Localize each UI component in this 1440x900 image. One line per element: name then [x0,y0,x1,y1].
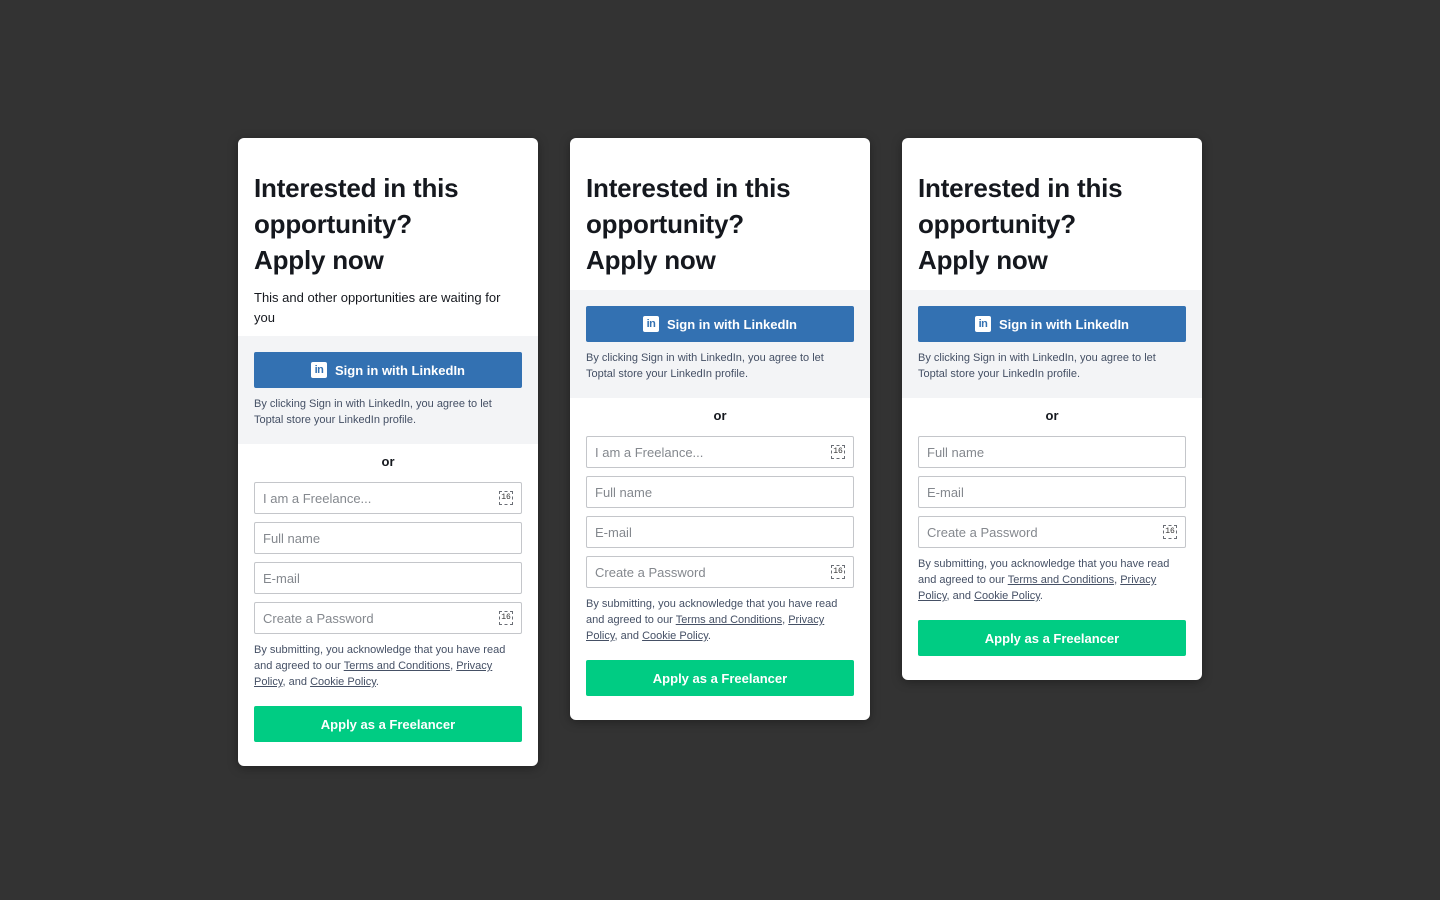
card-subtitle: This and other opportunities are waiting… [254,290,501,325]
title-line-1: Interested in this [254,173,459,203]
legal-text: By submitting, you acknowledge that you … [586,596,854,644]
password-field[interactable]: 16 [586,556,854,588]
or-divider: or [1045,408,1059,423]
full-name-field[interactable] [254,522,522,554]
email-input[interactable] [255,563,491,593]
keyboard-16-icon: 16 [831,445,845,459]
apply-card-with-role: Interested in this opportunity? Apply no… [570,138,870,720]
linkedin-section: in Sign in with LinkedIn By clicking Sig… [570,290,870,398]
email-input[interactable] [587,517,823,547]
linkedin-signin-button[interactable]: in Sign in with LinkedIn [586,306,854,342]
password-field[interactable]: 16 [918,516,1186,548]
legal-and: , and [946,590,975,602]
full-name-field[interactable] [586,476,854,508]
legal-and: , and [282,676,311,688]
full-name-input[interactable] [919,437,1155,467]
or-divider: or [713,408,727,423]
apply-card-compact: Interested in this opportunity? Apply no… [902,138,1202,680]
title-line-2: opportunity? [918,209,1076,239]
apply-card-with-subtitle: Interested in this opportunity? Apply no… [238,138,538,766]
signup-form: or 16 16 By submitting, you acknowledge … [238,444,538,766]
linkedin-icon: in [311,362,327,378]
full-name-field[interactable] [918,436,1186,468]
legal-text: By submitting, you acknowledge that you … [918,556,1186,604]
linkedin-signin-button[interactable]: in Sign in with LinkedIn [918,306,1186,342]
email-field[interactable] [918,476,1186,508]
apply-button[interactable]: Apply as a Freelancer [254,706,522,742]
title-line-1: Interested in this [918,173,1123,203]
keyboard-16-icon: 16 [1163,525,1177,539]
full-name-input[interactable] [587,477,823,507]
email-input[interactable] [919,477,1155,507]
legal-and: , and [614,630,643,642]
linkedin-signin-button[interactable]: in Sign in with LinkedIn [254,352,522,388]
password-input[interactable] [919,517,1155,547]
linkedin-button-label: Sign in with LinkedIn [999,316,1129,332]
password-input[interactable] [255,603,491,633]
email-field[interactable] [254,562,522,594]
role-field[interactable]: 16 [586,436,854,468]
card-header: Interested in this opportunity? Apply no… [902,138,1202,290]
terms-link[interactable]: Terms and Conditions [676,614,782,626]
cookie-link[interactable]: Cookie Policy [310,676,376,688]
linkedin-icon: in [975,316,991,332]
linkedin-note: By clicking Sign in with LinkedIn, you a… [586,352,824,380]
title-line-2: opportunity? [254,209,412,239]
cookie-link[interactable]: Cookie Policy [642,630,708,642]
or-divider: or [381,454,395,469]
linkedin-note: By clicking Sign in with LinkedIn, you a… [918,352,1156,380]
signup-form: or 16 16 By submitting, you acknowledge … [570,398,870,720]
linkedin-section: in Sign in with LinkedIn By clicking Sig… [238,336,538,444]
legal-period: . [1039,590,1043,602]
password-input[interactable] [587,557,823,587]
apply-button[interactable]: Apply as a Freelancer [586,660,854,696]
linkedin-note: By clicking Sign in with LinkedIn, you a… [254,398,492,426]
title-line-3: Apply now [918,245,1048,275]
card-header: Interested in this opportunity? Apply no… [570,138,870,290]
keyboard-16-icon: 16 [831,565,845,579]
card-header: Interested in this opportunity? Apply no… [238,138,538,336]
card-title: Interested in this opportunity? Apply no… [918,170,1186,278]
card-title: Interested in this opportunity? Apply no… [254,170,522,278]
password-field[interactable]: 16 [254,602,522,634]
email-field[interactable] [586,516,854,548]
linkedin-section: in Sign in with LinkedIn By clicking Sig… [902,290,1202,398]
terms-link[interactable]: Terms and Conditions [1008,574,1114,586]
linkedin-button-label: Sign in with LinkedIn [335,362,465,378]
legal-period: . [707,630,711,642]
signup-form: or 16 By submitting, you acknowledge tha… [902,398,1202,680]
title-line-2: opportunity? [586,209,744,239]
full-name-input[interactable] [255,523,491,553]
apply-button[interactable]: Apply as a Freelancer [918,620,1186,656]
legal-text: By submitting, you acknowledge that you … [254,642,522,690]
keyboard-16-icon: 16 [499,491,513,505]
role-input[interactable] [255,483,491,513]
linkedin-icon: in [643,316,659,332]
keyboard-16-icon: 16 [499,611,513,625]
title-line-3: Apply now [254,245,384,275]
card-title: Interested in this opportunity? Apply no… [586,170,854,278]
title-line-3: Apply now [586,245,716,275]
terms-link[interactable]: Terms and Conditions [344,660,450,672]
cookie-link[interactable]: Cookie Policy [974,590,1040,602]
role-input[interactable] [587,437,823,467]
title-line-1: Interested in this [586,173,791,203]
legal-period: . [375,676,379,688]
role-field[interactable]: 16 [254,482,522,514]
linkedin-button-label: Sign in with LinkedIn [667,316,797,332]
